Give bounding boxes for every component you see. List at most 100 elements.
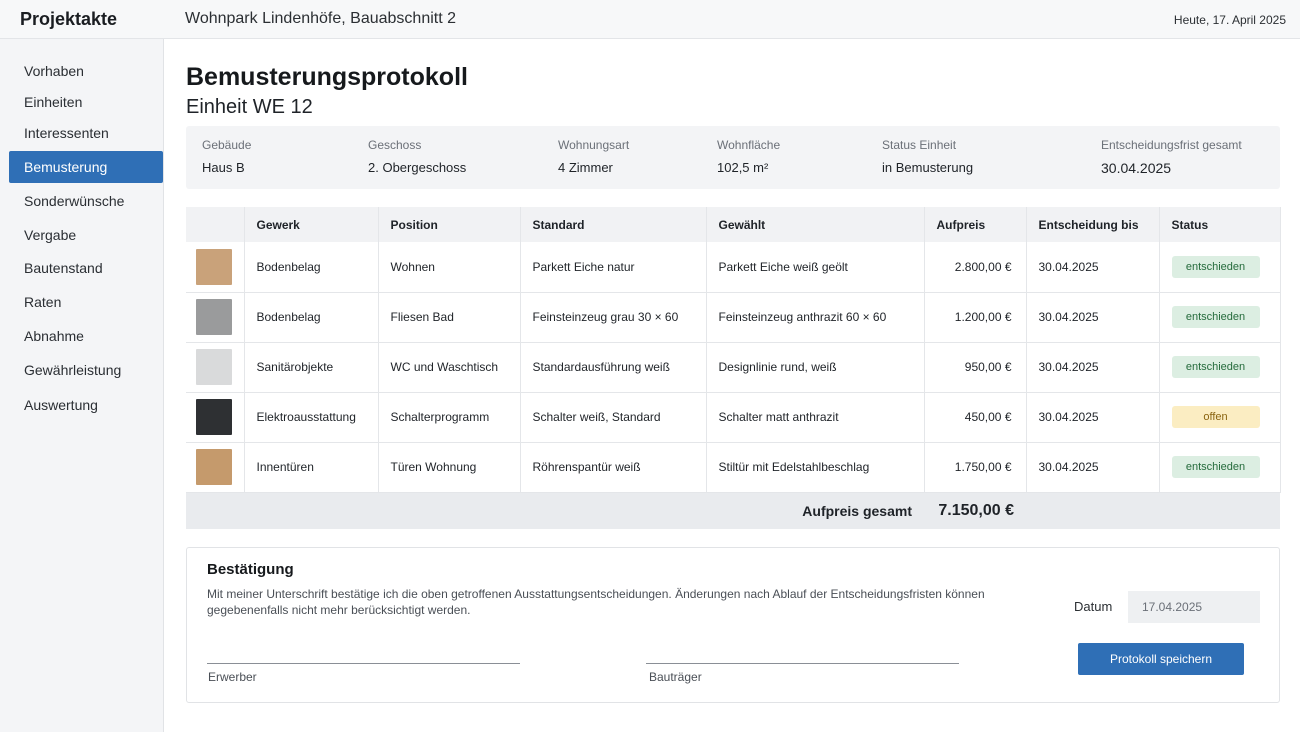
gewaehlt-cell: Parkett Eiche weiß geölt — [706, 242, 925, 293]
standard-cell: Feinsteinzeug grau 30 × 60 — [520, 292, 707, 343]
thumbnail-cell — [186, 442, 245, 493]
signature-line-bautraeger[interactable] — [646, 663, 959, 664]
info-geschoss: Geschoss 2. Obergeschoss — [368, 138, 466, 175]
sidebar-item-einheiten[interactable]: Einheiten — [9, 86, 163, 118]
info-label: Wohnungsart — [558, 138, 630, 152]
sidebar-item-sonderwuensche[interactable]: Sonderwünsche — [9, 185, 163, 217]
entscheidung-cell: 30.04.2025 — [1026, 242, 1160, 293]
gewerk-cell: Elektroausstattung — [244, 392, 379, 443]
entscheidung-cell: 30.04.2025 — [1026, 442, 1160, 493]
info-value: 2. Obergeschoss — [368, 160, 467, 175]
sidebar: Vorhaben Einheiten Interessenten Bemuste… — [0, 39, 164, 732]
position-cell: Schalterprogramm — [378, 392, 521, 443]
page-title: Bemusterungsprotokoll — [186, 63, 468, 91]
column-header-aufpreis: Aufpreis — [924, 207, 1027, 242]
material-swatch — [196, 399, 232, 435]
thumbnail-cell — [186, 292, 245, 343]
info-value: Haus B — [202, 160, 245, 175]
save-protocol-button[interactable]: Protokoll speichern — [1078, 643, 1244, 675]
date-label: Datum — [1074, 599, 1113, 614]
status-cell: entschieden — [1159, 292, 1281, 343]
aufpreis-cell: 1.750,00 € — [924, 442, 1027, 493]
column-header-thumbnail — [186, 207, 245, 242]
bemusterung-table: Gewerk Position Standard Gewählt Aufprei… — [186, 207, 1281, 529]
info-status: Status Einheit in Bemusterung — [882, 138, 973, 175]
standard-cell: Röhrenspantür weiß — [520, 442, 707, 493]
status-cell: entschieden — [1159, 442, 1281, 493]
confirmation-text: Mit meiner Unterschrift bestätige ich di… — [207, 587, 985, 617]
table-row[interactable]: Bodenbelag Fliesen Bad Feinsteinzeug gra… — [186, 292, 1281, 343]
sidebar-item-interessenten[interactable]: Interessenten — [9, 117, 163, 149]
position-cell: Wohnen — [378, 242, 521, 293]
status-cell: entschieden — [1159, 242, 1281, 293]
table-row[interactable]: Innentüren Türen Wohnung Röhrenspantür w… — [186, 442, 1281, 493]
gewaehlt-cell: Designlinie rund, weiß — [706, 342, 925, 393]
confirmation-title: Bestätigung — [207, 561, 294, 578]
thumbnail-cell — [186, 342, 245, 393]
column-header-gewerk: Gewerk — [244, 207, 379, 242]
sidebar-item-gewaehrleistung[interactable]: Gewährleistung — [9, 354, 163, 386]
info-label: Wohnfläche — [717, 138, 781, 152]
confirmation-panel: Bestätigung Mit meiner Unterschrift best… — [186, 547, 1280, 703]
info-label: Entscheidungsfrist gesamt — [1101, 138, 1242, 152]
info-wohnflaeche: Wohnfläche 102,5 m² — [717, 138, 780, 175]
gewerk-cell: Bodenbelag — [244, 292, 379, 343]
info-value: 102,5 m² — [717, 160, 769, 175]
sidebar-item-raten[interactable]: Raten — [9, 286, 163, 318]
table-row[interactable]: Sanitärobjekte WC und Waschtisch Standar… — [186, 342, 1281, 393]
total-value: 7.150,00 € — [924, 492, 1026, 529]
total-spacer — [1026, 492, 1159, 529]
signature-line-erwerber[interactable] — [207, 663, 520, 664]
unit-info-panel: Gebäude Haus B Geschoss 2. Obergeschoss … — [186, 126, 1280, 189]
sidebar-item-bemusterung[interactable]: Bemusterung — [9, 151, 163, 183]
status-badge: entschieden — [1171, 456, 1260, 478]
standard-cell: Parkett Eiche natur — [520, 242, 707, 293]
table-row[interactable]: Elektroausstattung Schalterprogramm Scha… — [186, 392, 1281, 443]
sidebar-item-abnahme[interactable]: Abnahme — [9, 320, 163, 352]
app-title: Projektakte — [20, 9, 118, 29]
info-label: Gebäude — [202, 138, 252, 152]
material-swatch — [196, 299, 232, 335]
signature-label-erwerber: Erwerber — [208, 670, 257, 684]
aufpreis-cell: 2.800,00 € — [924, 242, 1027, 293]
thumbnail-cell — [186, 392, 245, 443]
aufpreis-cell: 1.200,00 € — [924, 292, 1027, 343]
date-input[interactable] — [1128, 591, 1260, 623]
gewaehlt-cell: Stiltür mit Edelstahlbeschlag — [706, 442, 925, 493]
position-cell: Fliesen Bad — [378, 292, 521, 343]
page-subtitle: Einheit WE 12 — [186, 96, 313, 118]
info-frist: Entscheidungsfrist gesamt 30.04.2025 — [1101, 138, 1242, 176]
table-row[interactable]: Bodenbelag Wohnen Parkett Eiche natur Pa… — [186, 242, 1281, 293]
standard-cell: Schalter weiß, Standard — [520, 392, 707, 443]
aufpreis-cell: 450,00 € — [924, 392, 1027, 443]
sidebar-item-auswertung[interactable]: Auswertung — [9, 389, 163, 421]
info-value: in Bemusterung — [882, 160, 974, 175]
entscheidung-cell: 30.04.2025 — [1026, 292, 1160, 343]
position-cell: Türen Wohnung — [378, 442, 521, 493]
status-badge: entschieden — [1171, 356, 1260, 378]
bemusterung-table-wrap: Gewerk Position Standard Gewählt Aufprei… — [186, 207, 1281, 529]
sidebar-item-vorhaben[interactable]: Vorhaben — [9, 55, 163, 87]
status-cell: entschieden — [1159, 342, 1281, 393]
position-cell: WC und Waschtisch — [378, 342, 521, 393]
info-gebaeude: Gebäude Haus B — [202, 138, 251, 175]
column-header-position: Position — [378, 207, 521, 242]
sidebar-item-bautenstand[interactable]: Bautenstand — [9, 252, 163, 284]
sidebar-item-vergabe[interactable]: Vergabe — [9, 219, 163, 251]
top-bar: Projektakte Wohnpark Lindenhöfe, Bauabsc… — [0, 0, 1300, 39]
material-swatch — [196, 349, 232, 385]
gewerk-cell: Bodenbelag — [244, 242, 379, 293]
standard-cell: Standardausführung weiß — [520, 342, 707, 393]
total-label: Aufpreis gesamt — [186, 492, 924, 529]
status-badge: entschieden — [1171, 306, 1260, 328]
entscheidung-cell: 30.04.2025 — [1026, 392, 1160, 443]
info-wohnungsart: Wohnungsart 4 Zimmer — [558, 138, 629, 175]
table-header-row: Gewerk Position Standard Gewählt Aufprei… — [186, 207, 1281, 242]
gewerk-cell: Sanitärobjekte — [244, 342, 379, 393]
signature-label-bautraeger: Bauträger — [649, 670, 702, 684]
current-date: Heute, 17. April 2025 — [1173, 13, 1286, 27]
column-header-standard: Standard — [520, 207, 707, 242]
column-header-gewaehlt: Gewählt — [706, 207, 925, 242]
info-label: Status Einheit — [882, 138, 957, 152]
material-swatch — [196, 449, 232, 485]
